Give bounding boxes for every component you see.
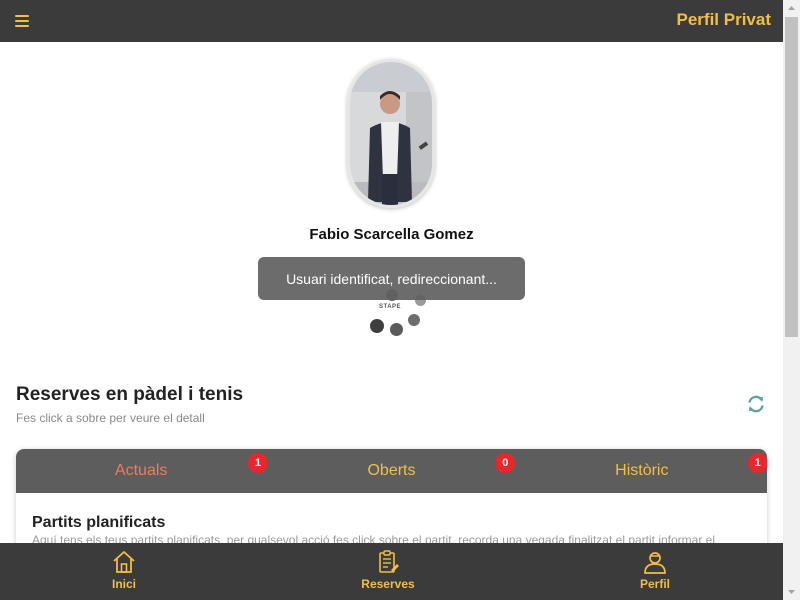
hamburger-icon[interactable] (15, 15, 29, 27)
nav-item-inici[interactable]: Inici (64, 543, 184, 600)
brand-logo: STAPE (379, 304, 402, 310)
tab-oberts[interactable]: Oberts 0 (266, 449, 516, 493)
tab-label: Històric (615, 462, 669, 479)
spinner-dot (370, 319, 384, 333)
spinner-dot (408, 314, 420, 326)
home-icon (113, 551, 135, 573)
panel-title: Partits planificats (32, 514, 166, 531)
count-badge: 0 (495, 453, 516, 473)
count-badge: 1 (747, 453, 767, 473)
user-icon (644, 552, 666, 574)
refresh-icon[interactable] (746, 394, 766, 414)
spinner-dot (390, 323, 403, 336)
status-toast: Usuari identificat, redireccionant... (258, 257, 525, 300)
scrollbar-thumb[interactable] (785, 17, 798, 337)
app-header: Perfil Privat (0, 0, 783, 42)
tab-label: Oberts (367, 462, 416, 479)
clipboard-icon (379, 550, 399, 573)
count-badge: 1 (248, 453, 268, 473)
scrollbar[interactable] (783, 0, 800, 600)
tab-historic[interactable]: Històric 1 (517, 449, 767, 493)
nav-item-perfil[interactable]: Perfil (595, 543, 715, 600)
section-subtitle: Fes click a sobre per veure el detall (16, 411, 205, 425)
nav-item-reserves[interactable]: Reserves (328, 543, 448, 600)
nav-label: Inici (111, 577, 136, 591)
user-name: Fabio Scarcella Gomez (309, 226, 474, 243)
scroll-up-arrow-icon[interactable] (783, 0, 800, 17)
page-title: Perfil Privat (676, 10, 772, 29)
reservations-tabs: Actuals 1 Oberts 0 Històric 1 (16, 449, 767, 493)
tab-actuals[interactable]: Actuals 1 (16, 449, 268, 493)
nav-label: Reserves (361, 577, 415, 591)
toast-message: Usuari identificat, redireccionant... (286, 270, 497, 287)
tab-label: Actuals (114, 462, 168, 479)
profile-avatar[interactable] (347, 59, 435, 208)
scroll-down-arrow-icon[interactable] (783, 583, 800, 600)
section-title: Reserves en pàdel i tenis (16, 384, 244, 405)
nav-label: Perfil (639, 577, 670, 591)
bottom-navigation: Inici Reserves Perfil (0, 543, 783, 600)
